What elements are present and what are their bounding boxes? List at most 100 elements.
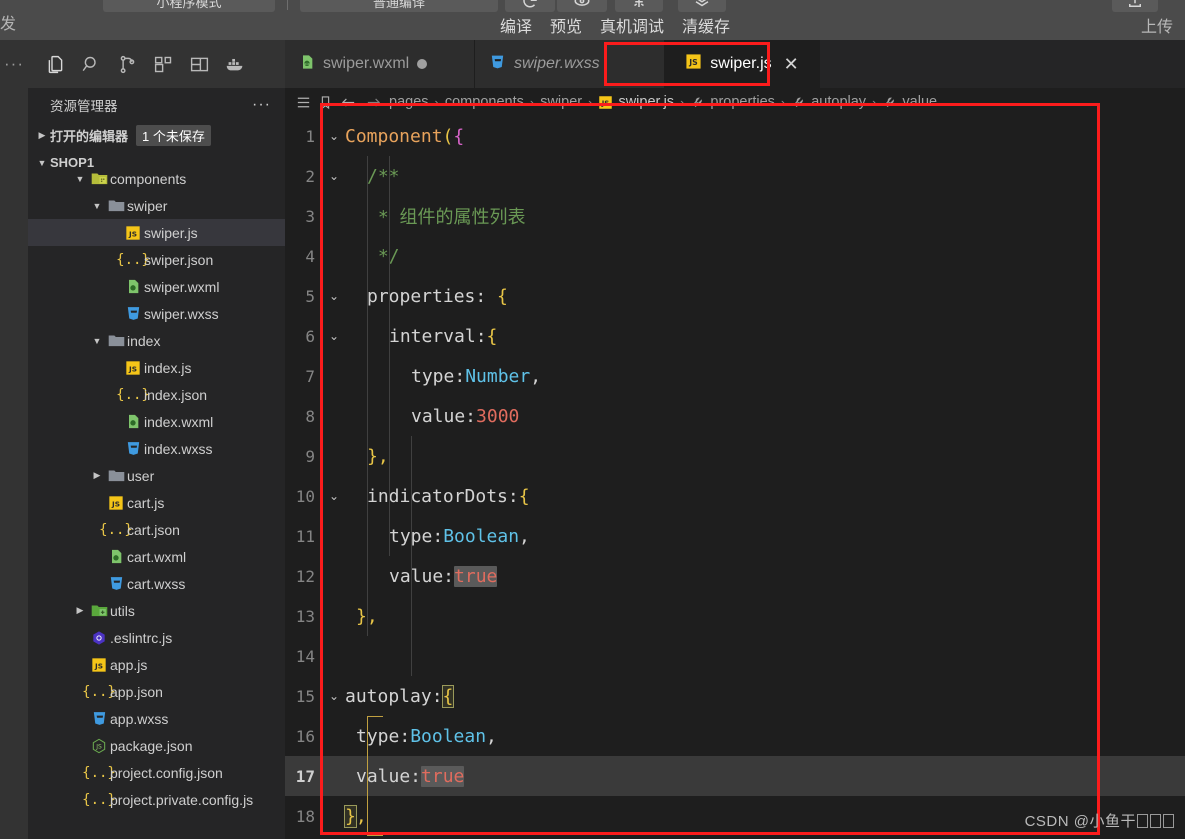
forward-arrow-icon[interactable] — [364, 94, 383, 111]
menu-clear-cache[interactable]: 清缓存 — [682, 13, 730, 37]
search-icon[interactable] — [78, 51, 104, 77]
upload-label[interactable]: 上传 — [1141, 13, 1173, 37]
files-icon[interactable] — [42, 51, 68, 77]
upload-icon-button[interactable] — [1112, 0, 1158, 12]
tree-file-index.js[interactable]: JS index.js — [28, 354, 285, 381]
tree-file-project.private.config.js[interactable]: {..} project.private.config.js — [28, 786, 285, 813]
tree-file-index.wxss[interactable]: index.wxss — [28, 435, 285, 462]
line-number: 7 — [305, 366, 315, 386]
npm-icon: JS — [88, 738, 110, 754]
tree-item-label: app.json — [110, 683, 163, 700]
tree-file-project.config.json[interactable]: {..} project.config.json — [28, 759, 285, 786]
tree-file-.eslintrc.js[interactable]: .eslintrc.js — [28, 624, 285, 651]
tree-file-index.wxml[interactable]: index.wxml — [28, 408, 285, 435]
breadcrumb-swiper-js[interactable]: JS swiper.js — [598, 94, 674, 110]
outline-icon[interactable] — [295, 94, 312, 111]
breadcrumb-properties[interactable]: properties — [690, 94, 775, 110]
layout-icon[interactable] — [186, 51, 212, 77]
code-line-15[interactable]: 15 ⌄ autoplay:{ — [285, 676, 1185, 716]
code-line-4[interactable]: 4 */ — [285, 236, 1185, 276]
code-line-13[interactable]: 13}, — [285, 596, 1185, 636]
chevron-down-icon[interactable]: ▼ — [72, 174, 88, 184]
back-arrow-icon[interactable] — [339, 94, 358, 111]
tree-folder-utils[interactable]: ▶ utils — [28, 597, 285, 624]
breadcrumb-autoplay[interactable]: autoplay — [791, 94, 866, 110]
breadcrumb-pages[interactable]: pages — [389, 94, 429, 110]
debug-icon-button[interactable] — [615, 0, 663, 12]
fold-chevron-down-icon[interactable]: ⌄ — [323, 329, 345, 343]
fold-chevron-down-icon[interactable]: ⌄ — [323, 489, 345, 503]
code-line-10[interactable]: 10 ⌄ indicatorDots:{ — [285, 476, 1185, 516]
breadcrumb-swiper[interactable]: swiper — [540, 94, 582, 110]
code-line-12[interactable]: 12 value:true — [285, 556, 1185, 596]
fold-chevron-down-icon[interactable]: ⌄ — [323, 169, 345, 183]
tree-file-cart.json[interactable]: {..} cart.json — [28, 516, 285, 543]
file-tree[interactable]: ▼ components ▼ swiper JS swiper.js {..} swiper.… — [28, 165, 285, 815]
tree-file-swiper.json[interactable]: {..} swiper.json — [28, 246, 285, 273]
tree-folder-user[interactable]: ▶ user — [28, 462, 285, 489]
code-line-5[interactable]: 5 ⌄ properties: { — [285, 276, 1185, 316]
tree-file-app.json[interactable]: {..} app.json — [28, 678, 285, 705]
tree-file-app.wxss[interactable]: app.wxss — [28, 705, 285, 732]
preview-icon-button[interactable] — [557, 0, 607, 12]
tree-file-swiper.js[interactable]: JS swiper.js — [28, 219, 285, 246]
watermark: CSDN @小鱼干 — [1025, 810, 1175, 831]
menu-preview[interactable]: 预览 — [550, 13, 582, 37]
menu-real-device-debug[interactable]: 真机调试 — [600, 13, 664, 37]
code-editor[interactable]: 1 ⌄ Component({2 ⌄/** 3 * 组件的属性列表 4 */5 ⌄ prope… — [285, 116, 1185, 839]
tree-folder-index[interactable]: ▼ index — [28, 327, 285, 354]
tree-item-label: project.private.config.js — [110, 791, 254, 808]
close-icon[interactable]: ✕ — [784, 54, 799, 75]
code-line-6[interactable]: 6 ⌄ interval:{ — [285, 316, 1185, 356]
refresh-icon-button[interactable] — [505, 0, 555, 12]
tree-file-swiper.wxml[interactable]: swiper.wxml — [28, 273, 285, 300]
docker-icon[interactable] — [222, 51, 248, 77]
chevron-down-icon[interactable]: ▼ — [89, 336, 105, 346]
mode-selector[interactable]: 小程序模式 — [103, 0, 275, 12]
code-line-1[interactable]: 1 ⌄ Component({ — [285, 116, 1185, 156]
tab-swiper-wxss[interactable]: swiper.wxss — [475, 40, 665, 88]
fold-chevron-down-icon[interactable]: ⌄ — [323, 289, 345, 303]
code-line-8[interactable]: 8 value:3000 — [285, 396, 1185, 436]
tree-file-cart.wxml[interactable]: cart.wxml — [28, 543, 285, 570]
tree-file-cart.wxss[interactable]: cart.wxss — [28, 570, 285, 597]
activity-overflow-icon[interactable]: ··· — [4, 54, 24, 74]
code-line-16[interactable]: 16 type:Boolean, — [285, 716, 1185, 756]
chevron-right-icon[interactable]: ▶ — [89, 470, 105, 481]
extensions-icon[interactable] — [150, 51, 176, 77]
svg-text:<>: <> — [304, 61, 310, 66]
source-control-icon[interactable] — [114, 51, 140, 77]
tree-file-cart.js[interactable]: JS cart.js — [28, 489, 285, 516]
bookmark-icon[interactable] — [318, 94, 333, 111]
explorer-more-icon[interactable]: ··· — [252, 96, 271, 114]
tree-file-index.json[interactable]: {..} index.json — [28, 381, 285, 408]
wxss-icon — [105, 575, 127, 592]
code-line-9[interactable]: 9}, — [285, 436, 1185, 476]
code-line-14[interactable]: 14 — [285, 636, 1185, 676]
chevron-down-icon[interactable]: ▼ — [89, 201, 105, 211]
cache-icon-button[interactable] — [678, 0, 726, 12]
code-line-2[interactable]: 2 ⌄ /** — [285, 156, 1185, 196]
tree-folder-swiper[interactable]: ▼ swiper — [28, 192, 285, 219]
open-editors-section[interactable]: ▶ 打开的编辑器 1 个未保存 — [28, 122, 285, 149]
fold-chevron-down-icon[interactable]: ⌄ — [323, 689, 345, 703]
tree-file-swiper.wxss[interactable]: swiper.wxss — [28, 300, 285, 327]
tree-folder-components[interactable]: ▼ components — [28, 165, 285, 192]
tree-file-app.js[interactable]: JS app.js — [28, 651, 285, 678]
wxss-icon — [122, 440, 144, 457]
code-line-17[interactable]: 17 value:true — [285, 756, 1185, 796]
menu-compile[interactable]: 编译 — [500, 13, 532, 37]
tab-swiper-wxml[interactable]: <> swiper.wxml — [285, 40, 475, 88]
compile-mode-selector[interactable]: 普通编译 — [300, 0, 498, 12]
code-line-3[interactable]: 3 * 组件的属性列表 — [285, 196, 1185, 236]
breadcrumb-components[interactable]: components — [445, 94, 524, 110]
breadcrumb-value[interactable]: value — [882, 94, 937, 110]
tree-file-package.json[interactable]: JS package.json — [28, 732, 285, 759]
toolbar-menu: 编译 预览 真机调试 清缓存 — [500, 13, 730, 37]
tab-swiper-js[interactable]: JS swiper.js ✕ — [665, 40, 820, 88]
chevron-right-icon[interactable]: ▶ — [72, 605, 88, 616]
tree-item-label: index.json — [144, 386, 208, 403]
code-line-11[interactable]: 11 type:Boolean, — [285, 516, 1185, 556]
fold-chevron-down-icon[interactable]: ⌄ — [323, 129, 345, 143]
code-line-7[interactable]: 7 type:Number, — [285, 356, 1185, 396]
